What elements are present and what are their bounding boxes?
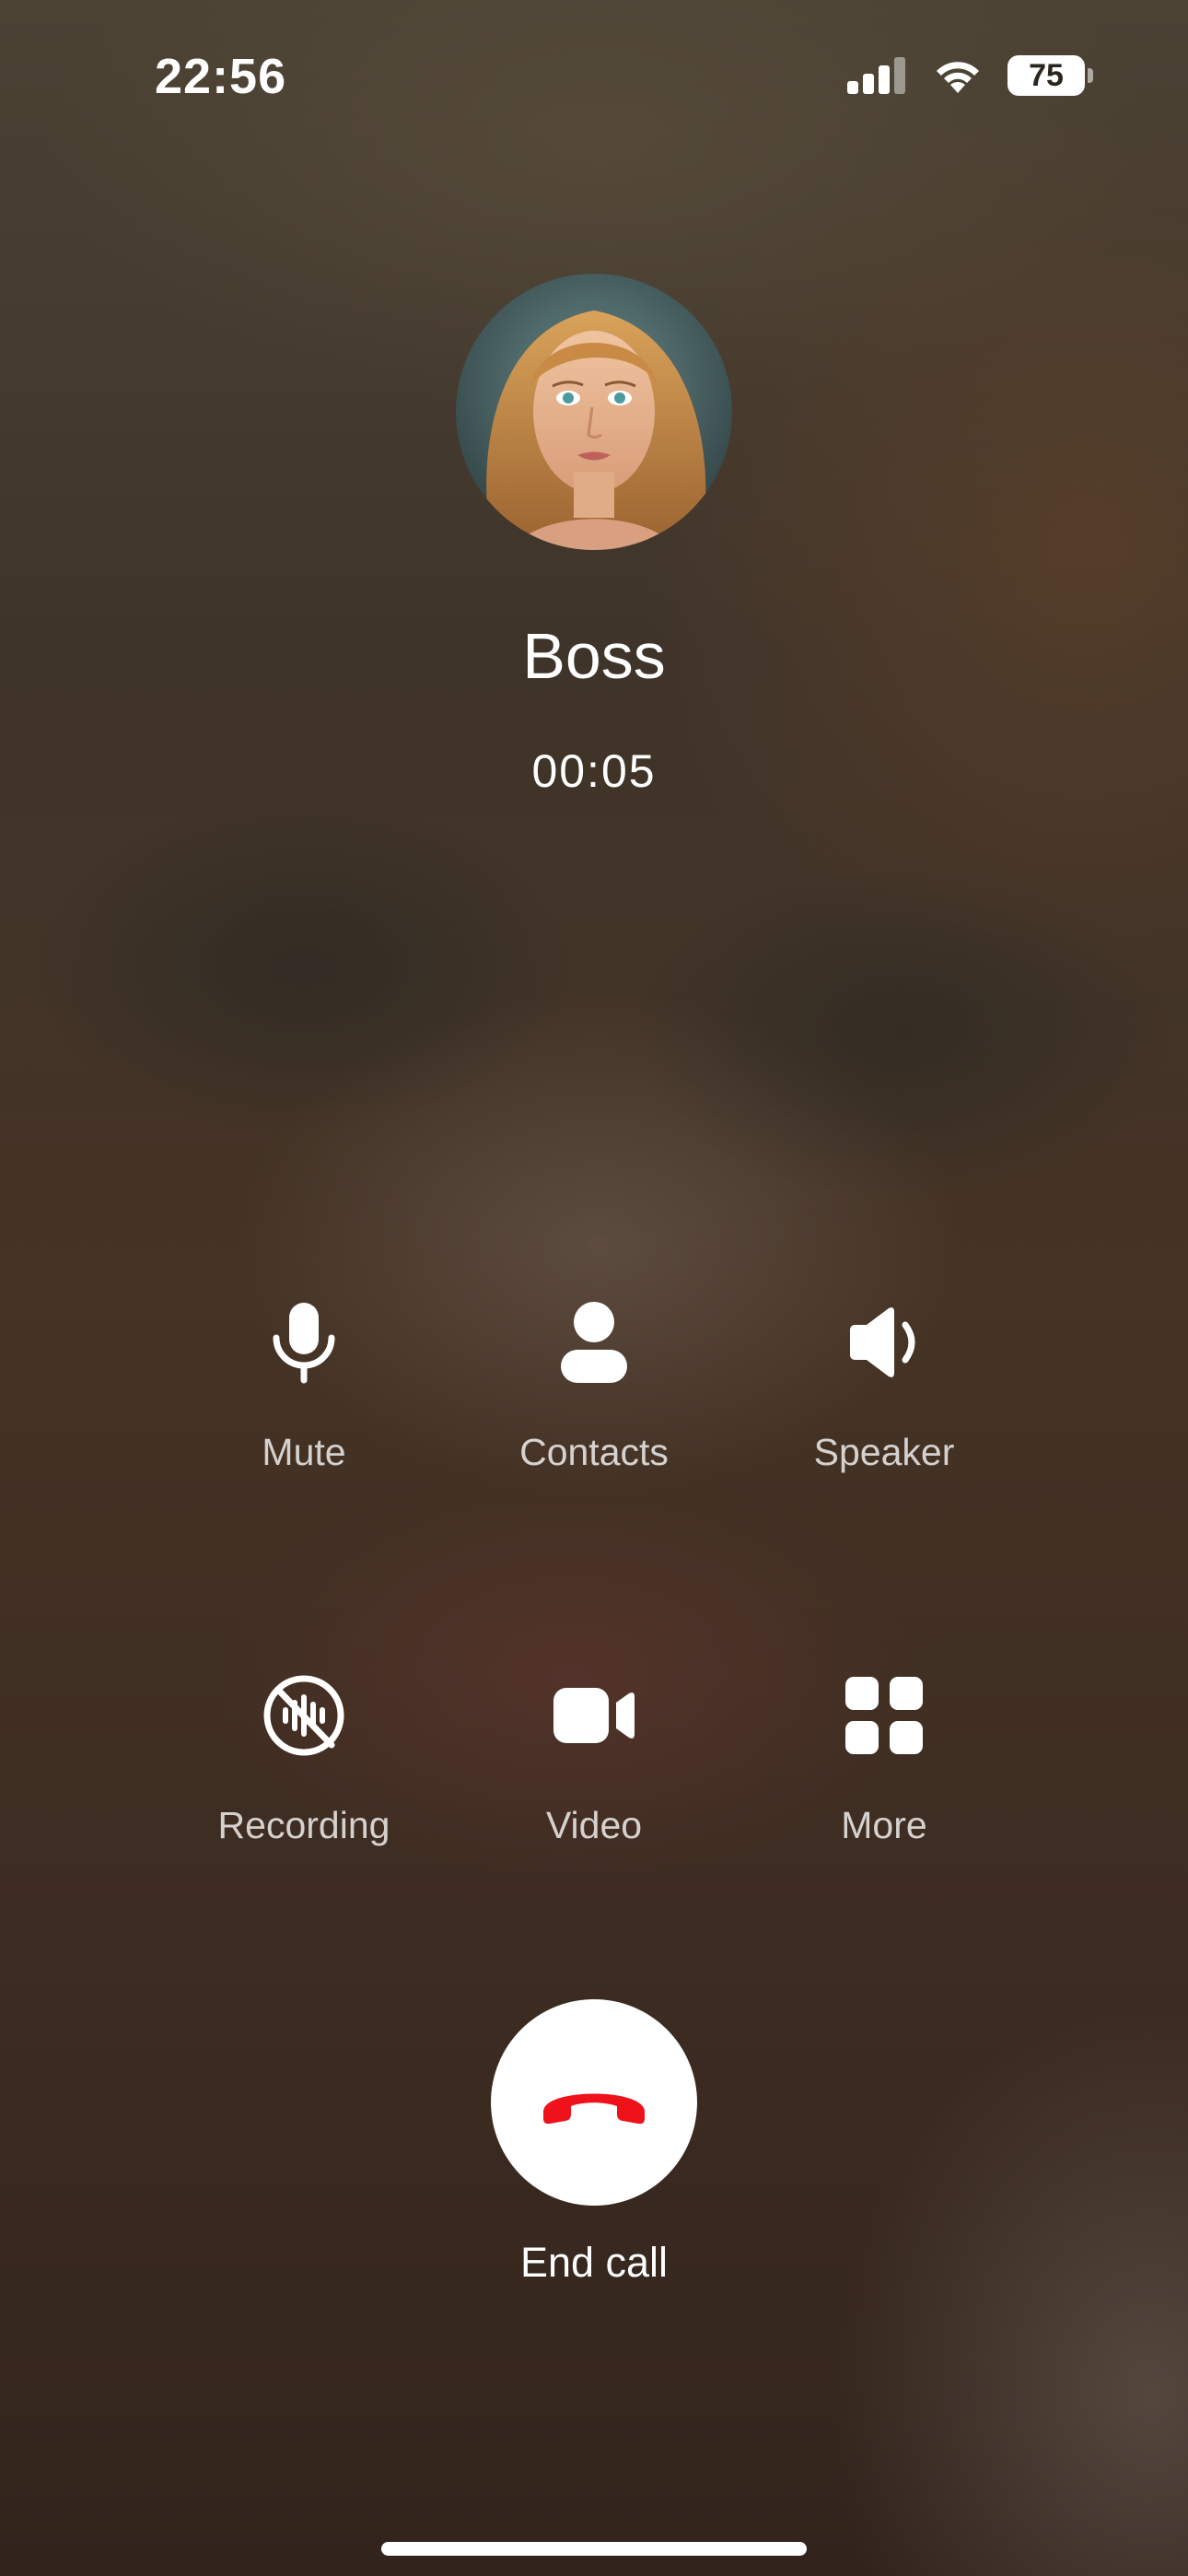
caller-name: Boss xyxy=(522,620,666,692)
mute-button[interactable]: Mute xyxy=(157,1294,451,1474)
cellular-signal-icon xyxy=(847,57,905,94)
person-icon xyxy=(561,1302,627,1383)
recording-off-icon xyxy=(263,1675,344,1756)
status-icons: 75 xyxy=(847,55,1093,96)
more-label: More xyxy=(841,1804,927,1846)
contacts-button[interactable]: Contacts xyxy=(447,1294,741,1474)
home-indicator[interactable] xyxy=(381,2542,807,2556)
end-call-button[interactable] xyxy=(491,1999,697,2206)
call-duration: 00:05 xyxy=(531,745,657,797)
caller-photo xyxy=(456,274,732,550)
hang-up-icon xyxy=(543,2093,645,2125)
battery-level: 75 xyxy=(1029,57,1064,93)
status-time: 22:56 xyxy=(155,49,287,104)
video-button[interactable]: Video xyxy=(447,1668,741,1847)
mute-label: Mute xyxy=(262,1431,346,1473)
more-button[interactable]: More xyxy=(737,1668,1031,1847)
caller-avatar xyxy=(456,274,732,550)
end-call-label: End call xyxy=(519,2239,669,2286)
contacts-label: Contacts xyxy=(519,1431,669,1473)
video-camera-icon xyxy=(553,1688,635,1743)
recording-label: Recording xyxy=(217,1804,390,1846)
recording-button[interactable]: Recording xyxy=(157,1668,451,1847)
grid-icon xyxy=(845,1677,923,1754)
microphone-icon xyxy=(273,1303,335,1384)
battery-icon: 75 xyxy=(1007,55,1093,96)
speaker-button[interactable]: Speaker xyxy=(737,1294,1031,1474)
wifi-icon xyxy=(937,62,979,93)
video-label: Video xyxy=(545,1804,643,1846)
speaker-label: Speaker xyxy=(813,1431,955,1473)
speaker-icon xyxy=(850,1307,915,1377)
